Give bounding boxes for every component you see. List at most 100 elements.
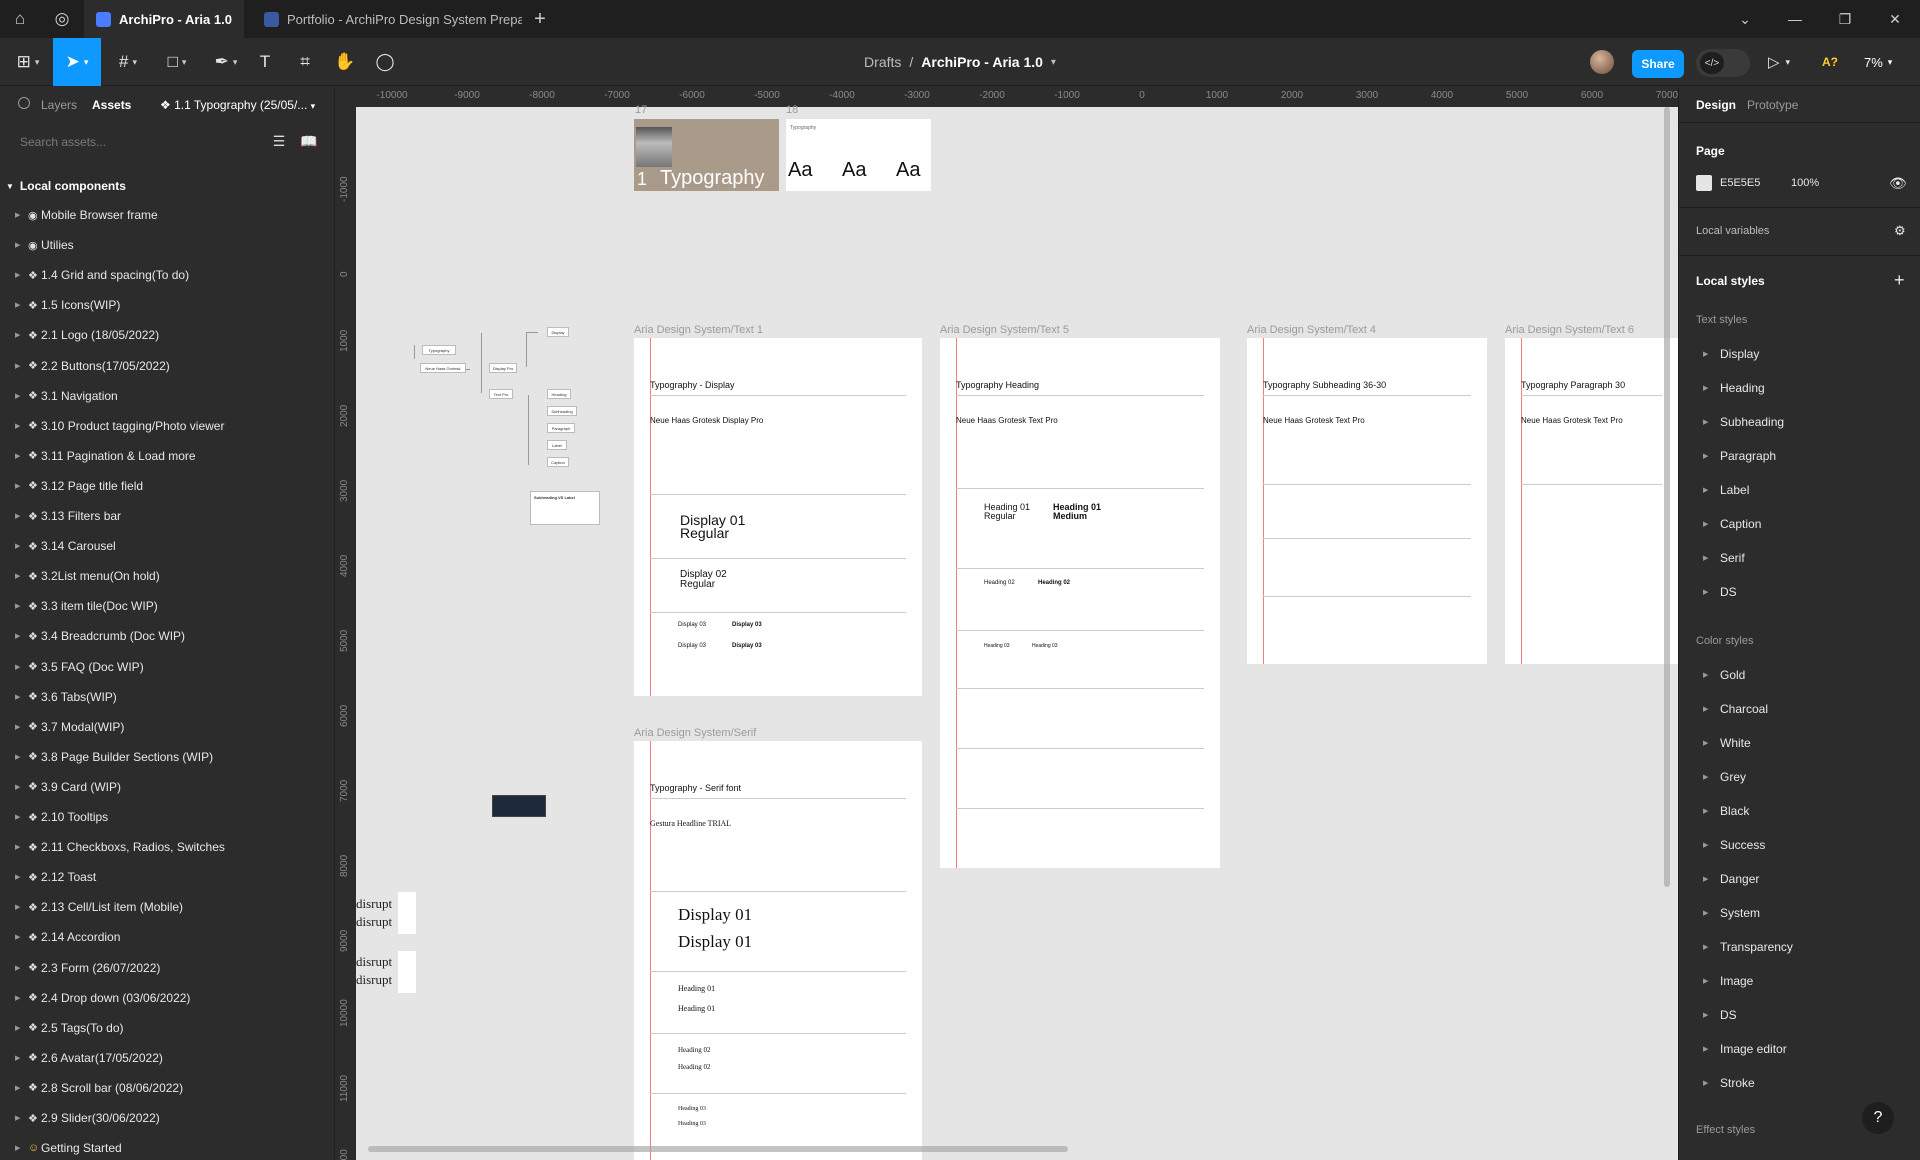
- component-list-item[interactable]: ▶ ❖ 3.13 Filters bar: [0, 501, 334, 531]
- maximize-icon[interactable]: ❐: [1820, 0, 1870, 38]
- page-selector[interactable]: ❖ 1.1 Typography (25/05/... ▾: [160, 98, 315, 112]
- chevron-right-icon[interactable]: ▶: [15, 482, 20, 490]
- disrupt-text[interactable]: disrupt disrupt: [356, 953, 392, 989]
- chevron-right-icon[interactable]: ▶: [15, 512, 20, 520]
- chevron-right-icon[interactable]: ▶: [15, 663, 20, 671]
- component-list-item[interactable]: ▶ ❖ 2.6 Avatar(17/05/2022): [0, 1043, 334, 1073]
- frame-label-17[interactable]: 17: [635, 104, 647, 116]
- sticky-note[interactable]: Subheading VS Label: [530, 491, 600, 525]
- chevron-right-icon[interactable]: ▶: [15, 933, 20, 941]
- mini-frame[interactable]: [398, 892, 416, 934]
- style-item[interactable]: ▶ Black: [1679, 797, 1920, 825]
- style-item[interactable]: ▶ Caption: [1679, 510, 1920, 538]
- chevron-right-icon[interactable]: ▶: [15, 301, 20, 309]
- component-list-item[interactable]: ▶ ❖ 3.5 FAQ (Doc WIP): [0, 652, 334, 682]
- style-item[interactable]: ▶ White: [1679, 729, 1920, 757]
- chevron-right-icon[interactable]: ▶: [15, 994, 20, 1002]
- style-item[interactable]: ▶ Danger: [1679, 865, 1920, 893]
- chevron-right-icon[interactable]: ▶: [15, 903, 20, 911]
- chevron-right-icon[interactable]: ▶: [15, 1144, 20, 1152]
- chevron-right-icon[interactable]: ▶: [1703, 350, 1708, 358]
- component-list-item[interactable]: ▶ ❖ 3.2List menu(On hold): [0, 561, 334, 591]
- style-item[interactable]: ▶ Display: [1679, 340, 1920, 368]
- page-color-value[interactable]: E5E5E5: [1720, 177, 1760, 189]
- chevron-right-icon[interactable]: ▶: [15, 362, 20, 370]
- flow-node[interactable]: Typography: [422, 345, 456, 355]
- frame-text6[interactable]: Typography Paragraph 30 Neue Haas Grotes…: [1505, 338, 1678, 664]
- chevron-right-icon[interactable]: ▶: [15, 602, 20, 610]
- chevron-right-icon[interactable]: ▶: [1703, 943, 1708, 951]
- chevron-right-icon[interactable]: ▶: [15, 422, 20, 430]
- chevron-right-icon[interactable]: ▶: [15, 331, 20, 339]
- plus-icon[interactable]: +: [520, 0, 560, 38]
- chevron-right-icon[interactable]: ▶: [15, 1114, 20, 1122]
- flow-node[interactable]: Subheading: [547, 406, 577, 416]
- mini-frame[interactable]: [398, 951, 416, 993]
- chevron-right-icon[interactable]: ▶: [15, 572, 20, 580]
- main-menu-icon[interactable]: ⊞ ▾: [8, 38, 48, 86]
- frame-label-text5[interactable]: Aria Design System/Text 5: [940, 324, 1069, 336]
- hand-tool-icon[interactable]: ✋: [330, 38, 360, 86]
- frame-tool-icon[interactable]: # ▾: [106, 38, 150, 86]
- dark-thumbnail[interactable]: [492, 795, 546, 817]
- comment-tool-icon[interactable]: ◯: [370, 38, 400, 86]
- style-item[interactable]: ▶ System: [1679, 899, 1920, 927]
- chevron-right-icon[interactable]: ▶: [15, 1054, 20, 1062]
- chevron-right-icon[interactable]: ▶: [1703, 588, 1708, 596]
- style-item[interactable]: ▶ Heading: [1679, 374, 1920, 402]
- minimize-icon[interactable]: —: [1770, 0, 1820, 38]
- component-list-item[interactable]: ▶ ❖ 2.13 Cell/List item (Mobile): [0, 892, 334, 922]
- chevron-right-icon[interactable]: ▶: [1703, 841, 1708, 849]
- chevron-right-icon[interactable]: ▶: [15, 271, 20, 279]
- chevron-right-icon[interactable]: ▶: [1703, 739, 1708, 747]
- a11y-indicator[interactable]: A?: [1822, 38, 1838, 86]
- style-item[interactable]: ▶ Label: [1679, 476, 1920, 504]
- flow-node[interactable]: Label: [547, 440, 567, 450]
- zoom-dropdown[interactable]: 7% ▾: [1864, 38, 1892, 86]
- style-item[interactable]: ▶ Subheading: [1679, 408, 1920, 436]
- tab-portfolio[interactable]: Portfolio - ArchiPro Design System Prepa…: [252, 0, 522, 38]
- frame-text5[interactable]: Typography Heading Neue Haas Grotesk Tex…: [940, 338, 1220, 868]
- chevron-right-icon[interactable]: ▶: [15, 241, 20, 249]
- chevron-right-icon[interactable]: ▶: [1703, 1045, 1708, 1053]
- flow-node[interactable]: Paragraph: [547, 423, 575, 433]
- chevron-right-icon[interactable]: ▶: [15, 452, 20, 460]
- style-item[interactable]: ▶ DS: [1679, 578, 1920, 606]
- chevron-right-icon[interactable]: ▶: [15, 1024, 20, 1032]
- component-list-item[interactable]: ▶ ❖ 3.4 Breadcrumb (Doc WIP): [0, 621, 334, 651]
- component-list-item[interactable]: ▶ ❖ 2.9 Slider(30/06/2022): [0, 1103, 334, 1133]
- component-list-item[interactable]: ▶ ❖ 2.2 Buttons(17/05/2022): [0, 351, 334, 381]
- flow-node[interactable]: Heading: [547, 389, 571, 399]
- style-item[interactable]: ▶ Paragraph: [1679, 442, 1920, 470]
- frame-text4[interactable]: Typography Subheading 36-30 Neue Haas Gr…: [1247, 338, 1487, 664]
- eye-icon[interactable]: 👁: [1889, 175, 1907, 192]
- chevron-right-icon[interactable]: ▶: [1703, 1011, 1708, 1019]
- chevron-right-icon[interactable]: ▶: [15, 723, 20, 731]
- search-input[interactable]: Search assets...: [20, 135, 106, 149]
- component-list-item[interactable]: ▶ ❖ 3.3 item tile(Doc WIP): [0, 591, 334, 621]
- list-view-icon[interactable]: ☰: [270, 133, 288, 151]
- chevron-right-icon[interactable]: ▶: [1703, 705, 1708, 713]
- style-item[interactable]: ▶ DS: [1679, 1001, 1920, 1029]
- component-list-item[interactable]: ▶ ❖ 3.12 Page title field: [0, 471, 334, 501]
- flow-node[interactable]: Display Pro: [489, 363, 517, 373]
- pen-tool-icon[interactable]: ✒ ▾: [204, 38, 248, 86]
- add-style-icon[interactable]: +: [1894, 270, 1905, 291]
- local-components-header[interactable]: ▼ Local components: [0, 172, 334, 200]
- style-item[interactable]: ▶ Stroke: [1679, 1069, 1920, 1097]
- component-list-item[interactable]: ▶ ❖ 3.7 Modal(WIP): [0, 712, 334, 742]
- page-opacity-value[interactable]: 100%: [1791, 177, 1819, 189]
- flow-node[interactable]: Text Pro: [489, 389, 513, 399]
- avatar[interactable]: [1590, 50, 1614, 74]
- style-item[interactable]: ▶ Serif: [1679, 544, 1920, 572]
- component-list-item[interactable]: ▶ ❖ 2.1 Logo (18/05/2022): [0, 320, 334, 350]
- style-item[interactable]: ▶ Grey: [1679, 763, 1920, 791]
- component-list-item[interactable]: ▶ ❖ 3.11 Pagination & Load more: [0, 441, 334, 471]
- chevron-right-icon[interactable]: ▶: [1703, 486, 1708, 494]
- style-item[interactable]: ▶ Success: [1679, 831, 1920, 859]
- chevron-right-icon[interactable]: ▶: [1703, 977, 1708, 985]
- style-item[interactable]: ▶ Image editor: [1679, 1035, 1920, 1063]
- chevron-right-icon[interactable]: ▶: [15, 753, 20, 761]
- component-list-item[interactable]: ▶ ❖ 2.4 Drop down (03/06/2022): [0, 983, 334, 1013]
- globe-icon[interactable]: ◎: [42, 0, 82, 38]
